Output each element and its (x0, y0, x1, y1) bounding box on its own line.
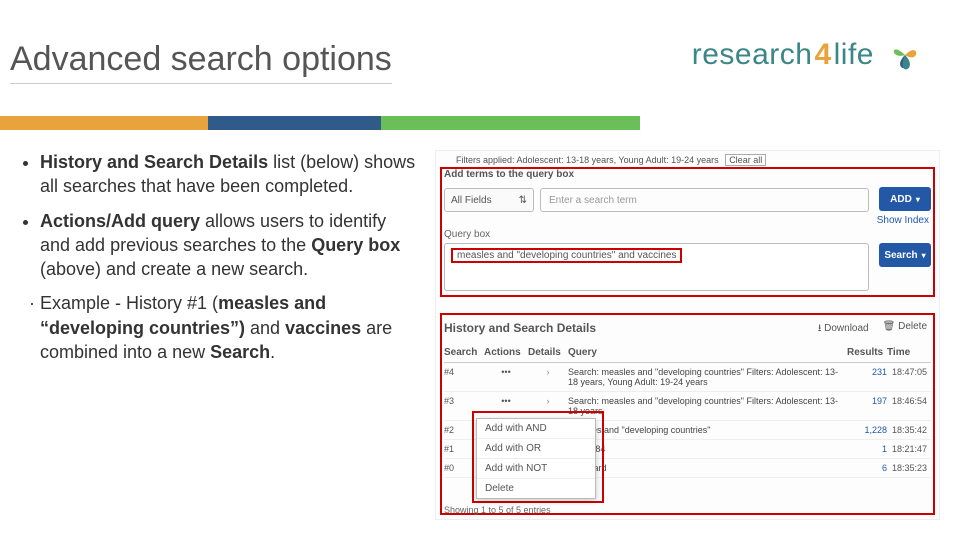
delete-link[interactable]: 🗑 Delete (883, 321, 927, 338)
field-selector[interactable]: All Fields⇅ (444, 188, 534, 212)
bullet-3: Example - History #1 (measles and “devel… (40, 291, 420, 364)
pubmed-screenshot: Filters applied: Adolescent: 13-18 years… (435, 150, 940, 520)
applied-filters: Filters applied: Adolescent: 13-18 years… (456, 155, 766, 165)
table-row: #4 ••• › Search: measles and "developing… (444, 363, 931, 392)
brand-logo: research4life (692, 30, 930, 80)
query-box-label: Query box (444, 229, 490, 240)
logo-word-4: 4 (812, 38, 833, 71)
logo-word-life: life (834, 38, 874, 71)
query-text-highlight: measles and "developing countries" and v… (451, 248, 682, 263)
clear-all-button[interactable]: Clear all (725, 154, 766, 166)
menu-item-add-or[interactable]: Add with OR (477, 439, 595, 459)
details-expand[interactable]: › (528, 396, 568, 406)
table-header: Search Actions Details Query Results Tim… (444, 343, 931, 363)
updown-icon: ⇅ (519, 195, 527, 206)
add-terms-label: Add terms to the query box (444, 169, 574, 180)
logo-clover-icon (880, 30, 930, 80)
table-footer-count: Showing 1 to 5 of 5 entries (444, 505, 551, 515)
menu-item-add-not[interactable]: Add with NOT (477, 459, 595, 479)
term-input[interactable]: Enter a search term (540, 188, 869, 212)
menu-item-delete[interactable]: Delete (477, 479, 595, 498)
menu-item-add-and[interactable]: Add with AND (477, 419, 595, 439)
search-button[interactable]: Search (879, 243, 931, 267)
add-button[interactable]: ADD▾ (879, 187, 931, 211)
details-expand[interactable]: › (528, 367, 568, 377)
chevron-down-icon: ▾ (916, 195, 920, 204)
bullet-list: History and Search Details list (below) … (20, 150, 420, 374)
download-link[interactable]: ⭳ Download (818, 321, 869, 338)
actions-menu-trigger[interactable]: ••• (484, 367, 528, 377)
bullet-1: History and Search Details list (below) … (40, 150, 420, 199)
actions-context-menu: Add with AND Add with OR Add with NOT De… (476, 418, 596, 499)
accent-stripes (0, 116, 640, 130)
history-header: History and Search Details (444, 321, 596, 335)
query-box[interactable]: measles and "developing countries" and v… (444, 243, 869, 291)
logo-word-research: research (692, 38, 813, 71)
show-index-link[interactable]: Show Index (877, 215, 929, 226)
bullet-2: Actions/Add query allows users to identi… (40, 209, 420, 282)
slide-title: Advanced search options (10, 40, 392, 84)
actions-menu-trigger[interactable]: ••• (484, 396, 528, 406)
